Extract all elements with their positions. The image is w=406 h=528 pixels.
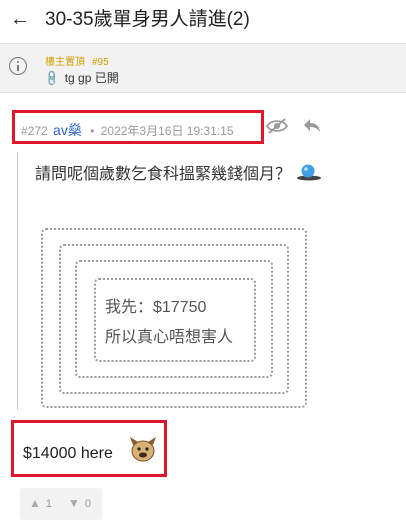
quote-border bbox=[17, 152, 18, 410]
dog-emoji-icon bbox=[128, 435, 158, 468]
question-text: 請問呢個歲數乞食科搵緊幾錢個月？ bbox=[35, 166, 292, 183]
reply-content: $14000 here bbox=[11, 420, 167, 477]
thumbs-up-icon: ▲ bbox=[29, 496, 41, 510]
pinned-text-row: 🔗 tg gp 已開 bbox=[43, 69, 119, 88]
pinned-post-bar[interactable]: 樓主置頂 #95 🔗 tg gp 已開 bbox=[0, 43, 406, 93]
vote-bar: ▲ 1 ▼ 0 bbox=[20, 488, 102, 520]
thumbs-down-icon: ▼ bbox=[68, 496, 80, 510]
quoted-question: 請問呢個歲數乞食科搵緊幾錢個月？ bbox=[35, 160, 323, 186]
quote-inner-line: 我先：$17750 bbox=[105, 299, 207, 316]
username-link[interactable]: av燊 bbox=[53, 122, 82, 138]
pinned-text: tg gp 已開 bbox=[64, 71, 119, 85]
thread-title: 30-35歲單身男人請進(2) bbox=[45, 9, 250, 30]
header-bar: ← 30-35歲單身男人請進(2) bbox=[0, 0, 406, 40]
pinned-meta: 樓主置頂 #95 bbox=[45, 53, 116, 68]
link-icon: 🔗 bbox=[43, 69, 62, 88]
upvote-button[interactable]: ▲ 1 bbox=[29, 496, 52, 510]
upvote-count: 1 bbox=[45, 498, 53, 510]
post-meta: #272 av燊 • 2022年3月16日 19:31:15 bbox=[12, 110, 264, 144]
downvote-button[interactable]: ▼ 0 bbox=[68, 496, 91, 510]
info-icon bbox=[9, 57, 27, 75]
reply-text: $14000 here bbox=[23, 445, 113, 462]
back-arrow-icon[interactable]: ← bbox=[10, 6, 30, 32]
post-timestamp: 2022年3月16日 19:31:15 bbox=[100, 124, 234, 138]
post-number: #272 bbox=[21, 124, 48, 138]
nested-quote-frame bbox=[94, 278, 256, 362]
blue-ball-emoji-icon bbox=[295, 163, 323, 186]
reply-icon[interactable] bbox=[303, 118, 321, 139]
pinned-label: 樓主置頂 bbox=[45, 57, 85, 68]
pinned-post-number: #95 bbox=[92, 57, 109, 68]
quote-inner-line: 所以真心唔想害人 bbox=[105, 329, 234, 346]
downvote-count: 0 bbox=[84, 498, 92, 510]
meta-separator: • bbox=[90, 124, 95, 138]
hide-eye-icon[interactable] bbox=[265, 118, 289, 139]
